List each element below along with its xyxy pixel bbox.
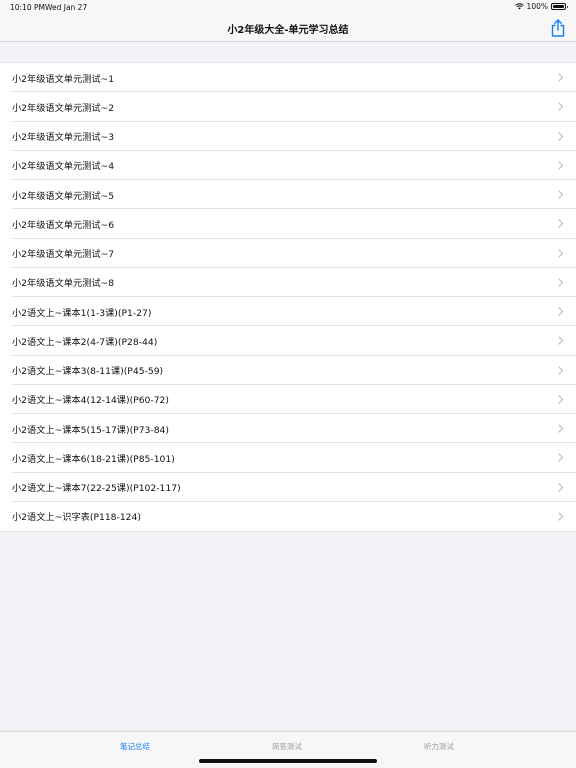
lesson-list: 小2年级语文单元测试~1 小2年级语文单元测试~2 小2年级语文单元测试~3 小2年级… bbox=[0, 62, 576, 532]
list-item-label: 小2年级语文单元测试~5 bbox=[12, 190, 115, 202]
list-item-label: 小2语文上~课本5(15-17课)(P73-84) bbox=[12, 424, 169, 436]
battery-percent: 100% bbox=[526, 2, 548, 11]
list-item-label: 小2年级语文单元测试~8 bbox=[12, 278, 115, 290]
list-item[interactable]: 小2语文上~识字表(P118-124) bbox=[0, 502, 576, 531]
chevron-right-icon bbox=[558, 131, 564, 141]
list-item-label: 小2语文上~识字表(P118-124) bbox=[12, 512, 141, 524]
list-item[interactable]: 小2语文上~课本1(1-3课)(P1-27) bbox=[0, 297, 576, 327]
chevron-right-icon bbox=[558, 102, 564, 112]
chevron-right-icon bbox=[558, 307, 564, 316]
chevron-right-icon bbox=[558, 73, 564, 82]
tab-listening-test[interactable]: 听力测试 bbox=[424, 741, 454, 752]
list-item[interactable]: 小2年级语文单元测试~3 bbox=[0, 122, 576, 152]
list-item-label: 小2语文上~课本2(4-7课)(P28-44) bbox=[12, 336, 158, 348]
chevron-right-icon bbox=[558, 482, 564, 492]
list-item[interactable]: 小2年级语文单元测试~6 bbox=[0, 209, 576, 239]
list-item[interactable]: 小2语文上~课本6(18-21课)(P85-101) bbox=[0, 443, 576, 473]
chevron-right-icon bbox=[558, 278, 564, 287]
chevron-right-icon bbox=[558, 395, 564, 404]
wifi-icon bbox=[514, 3, 524, 10]
chevron-right-icon bbox=[558, 336, 564, 346]
chevron-right-icon bbox=[558, 453, 564, 463]
list-item[interactable]: 小2年级语文单元测试~1 bbox=[0, 63, 576, 93]
list-item[interactable]: 小2语文上~课本4(12-14课)(P60-72) bbox=[0, 385, 576, 415]
page-title: 小2年级大全-单元学习总结 bbox=[227, 25, 349, 36]
chevron-right-icon bbox=[558, 219, 564, 229]
list-item-label: 小2语文上~课本7(22-25课)(P102-117) bbox=[12, 483, 181, 495]
list-item-label: 小2年级语文单元测试~2 bbox=[12, 102, 115, 114]
status-indicators: 100% bbox=[514, 2, 568, 11]
list-item-label: 小2语文上~课本4(12-14课)(P60-72) bbox=[12, 395, 169, 407]
chevron-right-icon bbox=[558, 512, 564, 521]
list-item-label: 小2年级语文单元测试~1 bbox=[12, 73, 115, 85]
list-item[interactable]: 小2语文上~课本3(8-11课)(P45-59) bbox=[0, 356, 576, 386]
list-item-label: 小2语文上~课本6(18-21课)(P85-101) bbox=[12, 453, 175, 465]
list-item[interactable]: 小2语文上~课本5(15-17课)(P73-84) bbox=[0, 414, 576, 444]
status-bar: 10:10 PM Wed Jan 27 100% bbox=[0, 0, 576, 14]
home-indicator bbox=[199, 759, 377, 763]
list-item-label: 小2年级语文单元测试~3 bbox=[12, 132, 115, 144]
navigation-bar: 小2年级大全-单元学习总结 bbox=[0, 14, 576, 42]
tab-short-answer-quiz[interactable]: 简答测试 bbox=[272, 741, 302, 752]
list-item[interactable]: 小2年级语文单元测试~2 bbox=[0, 92, 576, 122]
list-item-label: 小2语文上~课本1(1-3课)(P1-27) bbox=[12, 307, 152, 319]
share-icon[interactable] bbox=[550, 19, 566, 37]
list-item[interactable]: 小2语文上~课本2(4-7课)(P28-44) bbox=[0, 326, 576, 356]
status-date: Wed Jan 27 bbox=[45, 3, 88, 12]
list-item[interactable]: 小2年级语文单元测试~5 bbox=[0, 180, 576, 210]
list-item[interactable]: 小2年级语文单元测试~4 bbox=[0, 151, 576, 181]
status-time: 10:10 PM bbox=[10, 3, 45, 12]
tab-notes-summary[interactable]: 笔记总结 bbox=[120, 741, 150, 752]
list-item-label: 小2语文上~课本3(8-11课)(P45-59) bbox=[12, 366, 164, 378]
battery-icon bbox=[551, 3, 568, 10]
chevron-right-icon bbox=[558, 424, 564, 433]
chevron-right-icon bbox=[558, 161, 564, 170]
chevron-right-icon bbox=[558, 190, 564, 199]
chevron-right-icon bbox=[558, 365, 564, 375]
list-item-label: 小2年级语文单元测试~4 bbox=[12, 161, 115, 173]
list-item[interactable]: 小2语文上~课本7(22-25课)(P102-117) bbox=[0, 473, 576, 503]
chevron-right-icon bbox=[558, 248, 564, 258]
list-item-label: 小2年级语文单元测试~6 bbox=[12, 219, 115, 231]
list-item[interactable]: 小2年级语文单元测试~8 bbox=[0, 268, 576, 298]
list-item-label: 小2年级语文单元测试~7 bbox=[12, 249, 115, 261]
list-item[interactable]: 小2年级语文单元测试~7 bbox=[0, 239, 576, 269]
